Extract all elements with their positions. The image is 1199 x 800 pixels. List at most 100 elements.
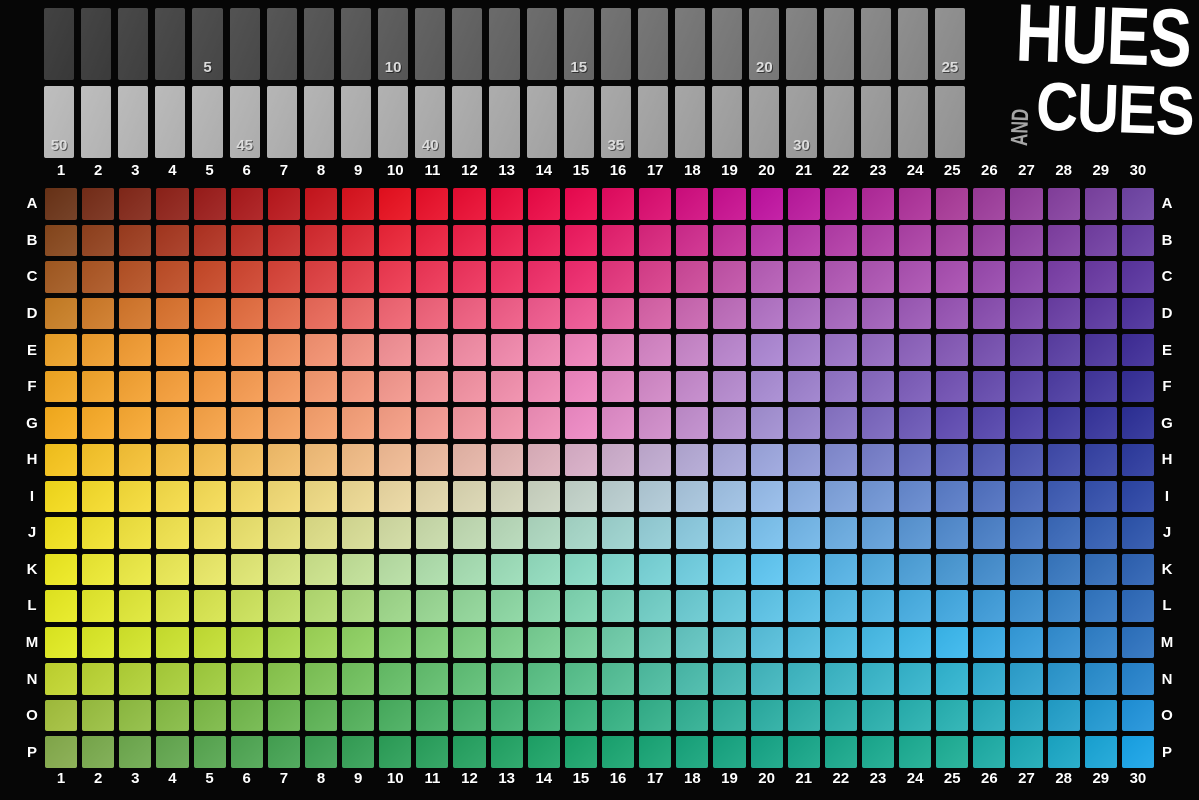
color-cell-N17[interactable]: [639, 663, 671, 695]
color-cell-L22[interactable]: [825, 590, 857, 622]
color-cell-D26[interactable]: [973, 298, 1005, 330]
color-cell-F4[interactable]: [156, 371, 188, 403]
score-track-top-cell-16[interactable]: [601, 8, 631, 80]
color-cell-F13[interactable]: [491, 371, 523, 403]
color-cell-C10[interactable]: [379, 261, 411, 293]
color-cell-N7[interactable]: [268, 663, 300, 695]
color-cell-F1[interactable]: [45, 371, 77, 403]
color-cell-I18[interactable]: [676, 481, 708, 513]
color-cell-J18[interactable]: [676, 517, 708, 549]
color-cell-H18[interactable]: [676, 444, 708, 476]
color-cell-J14[interactable]: [528, 517, 560, 549]
color-cell-H7[interactable]: [268, 444, 300, 476]
color-cell-K26[interactable]: [973, 554, 1005, 586]
color-cell-I19[interactable]: [713, 481, 745, 513]
score-track-top-cell-9[interactable]: [341, 8, 371, 80]
color-cell-J10[interactable]: [379, 517, 411, 549]
color-cell-B24[interactable]: [899, 225, 931, 257]
color-cell-K8[interactable]: [305, 554, 337, 586]
score-track-bottom-cell-13[interactable]: [489, 86, 519, 158]
color-cell-G19[interactable]: [713, 407, 745, 439]
color-cell-M3[interactable]: [119, 627, 151, 659]
color-cell-N19[interactable]: [713, 663, 745, 695]
color-cell-P7[interactable]: [268, 736, 300, 768]
color-cell-K6[interactable]: [231, 554, 263, 586]
color-cell-K23[interactable]: [862, 554, 894, 586]
color-cell-M19[interactable]: [713, 627, 745, 659]
score-track-top-cell-20[interactable]: 20: [749, 8, 779, 80]
color-cell-E13[interactable]: [491, 334, 523, 366]
color-cell-D10[interactable]: [379, 298, 411, 330]
color-cell-A14[interactable]: [528, 188, 560, 220]
color-cell-H20[interactable]: [751, 444, 783, 476]
color-cell-H10[interactable]: [379, 444, 411, 476]
color-cell-I23[interactable]: [862, 481, 894, 513]
color-cell-G13[interactable]: [491, 407, 523, 439]
color-cell-C20[interactable]: [751, 261, 783, 293]
color-cell-P2[interactable]: [82, 736, 114, 768]
color-cell-B12[interactable]: [453, 225, 485, 257]
color-cell-E19[interactable]: [713, 334, 745, 366]
color-cell-C4[interactable]: [156, 261, 188, 293]
color-cell-G5[interactable]: [194, 407, 226, 439]
score-track-top-cell-21[interactable]: [786, 8, 816, 80]
color-cell-E7[interactable]: [268, 334, 300, 366]
color-cell-B1[interactable]: [45, 225, 77, 257]
score-track-bottom-cell-23[interactable]: [861, 86, 891, 158]
color-cell-B22[interactable]: [825, 225, 857, 257]
score-track-top-cell-13[interactable]: [489, 8, 519, 80]
color-cell-F9[interactable]: [342, 371, 374, 403]
color-cell-G9[interactable]: [342, 407, 374, 439]
color-cell-E4[interactable]: [156, 334, 188, 366]
color-cell-H11[interactable]: [416, 444, 448, 476]
color-cell-C27[interactable]: [1010, 261, 1042, 293]
color-cell-E6[interactable]: [231, 334, 263, 366]
color-cell-K20[interactable]: [751, 554, 783, 586]
color-cell-G6[interactable]: [231, 407, 263, 439]
color-cell-M23[interactable]: [862, 627, 894, 659]
color-cell-P14[interactable]: [528, 736, 560, 768]
color-cell-I28[interactable]: [1048, 481, 1080, 513]
color-cell-B23[interactable]: [862, 225, 894, 257]
color-cell-O19[interactable]: [713, 700, 745, 732]
color-cell-F5[interactable]: [194, 371, 226, 403]
color-cell-M25[interactable]: [936, 627, 968, 659]
color-cell-A4[interactable]: [156, 188, 188, 220]
color-cell-J27[interactable]: [1010, 517, 1042, 549]
color-cell-J20[interactable]: [751, 517, 783, 549]
color-cell-P29[interactable]: [1085, 736, 1117, 768]
color-cell-C21[interactable]: [788, 261, 820, 293]
color-cell-A1[interactable]: [45, 188, 77, 220]
color-cell-E14[interactable]: [528, 334, 560, 366]
color-cell-K16[interactable]: [602, 554, 634, 586]
color-cell-O7[interactable]: [268, 700, 300, 732]
color-cell-H4[interactable]: [156, 444, 188, 476]
color-cell-B16[interactable]: [602, 225, 634, 257]
color-cell-F26[interactable]: [973, 371, 1005, 403]
color-cell-P24[interactable]: [899, 736, 931, 768]
color-cell-A25[interactable]: [936, 188, 968, 220]
color-cell-L5[interactable]: [194, 590, 226, 622]
color-cell-E12[interactable]: [453, 334, 485, 366]
score-track-top-cell-5[interactable]: 5: [192, 8, 222, 80]
color-cell-N25[interactable]: [936, 663, 968, 695]
color-cell-A8[interactable]: [305, 188, 337, 220]
score-track-bottom-cell-15[interactable]: [564, 86, 594, 158]
color-cell-F27[interactable]: [1010, 371, 1042, 403]
color-cell-C19[interactable]: [713, 261, 745, 293]
color-cell-E27[interactable]: [1010, 334, 1042, 366]
color-cell-P21[interactable]: [788, 736, 820, 768]
color-cell-E26[interactable]: [973, 334, 1005, 366]
color-cell-H27[interactable]: [1010, 444, 1042, 476]
color-cell-N28[interactable]: [1048, 663, 1080, 695]
color-cell-L7[interactable]: [268, 590, 300, 622]
color-cell-C17[interactable]: [639, 261, 671, 293]
color-cell-C11[interactable]: [416, 261, 448, 293]
color-cell-G10[interactable]: [379, 407, 411, 439]
color-cell-F24[interactable]: [899, 371, 931, 403]
color-cell-A11[interactable]: [416, 188, 448, 220]
color-cell-I29[interactable]: [1085, 481, 1117, 513]
color-cell-N15[interactable]: [565, 663, 597, 695]
color-cell-F2[interactable]: [82, 371, 114, 403]
color-cell-B17[interactable]: [639, 225, 671, 257]
